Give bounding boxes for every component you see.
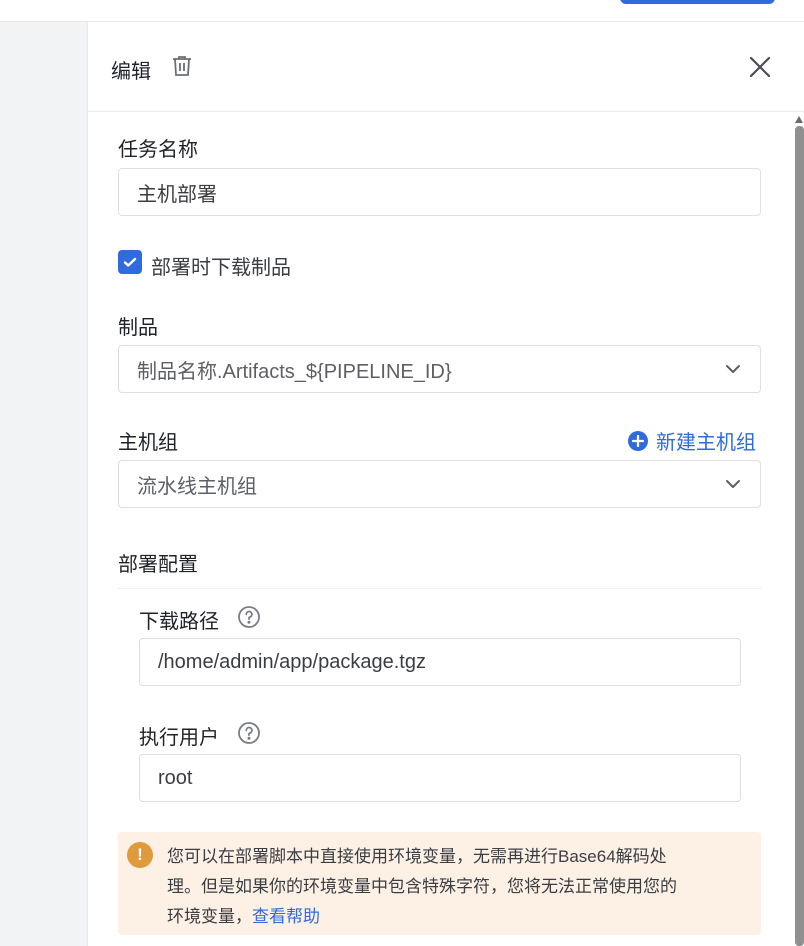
panel-title: 编辑 bbox=[111, 61, 151, 83]
deploy-config-label: 部署配置 bbox=[118, 554, 198, 576]
chevron-down-icon bbox=[726, 480, 740, 488]
task-name-label: 任务名称 bbox=[118, 139, 198, 161]
close-icon[interactable] bbox=[747, 54, 773, 80]
download-path-input[interactable]: /home/admin/app/package.tgz bbox=[139, 638, 741, 686]
download-artifact-checkbox[interactable] bbox=[118, 250, 142, 274]
panel-header: 编辑 bbox=[88, 22, 804, 112]
download-path-value: /home/admin/app/package.tgz bbox=[158, 650, 426, 673]
host-group-label: 主机组 bbox=[118, 432, 178, 454]
notice-text: 您可以在部署脚本中直接使用环境变量，无需再进行Base64解码处 理。但是如果你… bbox=[167, 842, 737, 932]
download-path-label: 下载路径 bbox=[139, 611, 219, 633]
artifact-label: 制品 bbox=[118, 317, 158, 339]
new-host-group-text: 新建主机组 bbox=[656, 432, 756, 454]
help-icon[interactable] bbox=[237, 605, 261, 629]
exec-user-value: root bbox=[158, 766, 193, 789]
chevron-down-icon bbox=[726, 365, 740, 373]
plus-circle-icon bbox=[628, 430, 648, 451]
scrollbar-thumb[interactable] bbox=[795, 126, 804, 946]
trash-icon[interactable] bbox=[170, 54, 194, 78]
task-name-value: 主机部署 bbox=[137, 183, 217, 206]
edit-panel: 编辑 任务名称 主机部署 部署时下载制品 制品 制品名称.Artifacts_$… bbox=[87, 22, 804, 946]
scroll-up-arrow-icon[interactable] bbox=[795, 116, 803, 123]
download-artifact-label: 部署时下载制品 bbox=[151, 257, 291, 279]
notice-line-2: 理。但是如果你的环境变量中包含特殊字符，您将无法正常使用您的 bbox=[167, 877, 677, 896]
primary-button[interactable] bbox=[620, 0, 775, 4]
host-group-select[interactable]: 流水线主机组 bbox=[118, 460, 761, 508]
check-icon bbox=[123, 257, 137, 267]
exec-user-input[interactable]: root bbox=[139, 754, 741, 802]
host-group-value: 流水线主机组 bbox=[137, 475, 257, 498]
section-divider bbox=[118, 588, 761, 589]
scrollbar[interactable] bbox=[792, 114, 804, 946]
new-host-group-link[interactable]: 新建主机组 bbox=[628, 426, 756, 455]
warning-icon: ! bbox=[127, 842, 153, 868]
notice-line-1: 您可以在部署脚本中直接使用环境变量，无需再进行Base64解码处 bbox=[167, 847, 667, 866]
help-link[interactable]: 查看帮助 bbox=[252, 907, 320, 926]
env-var-notice: ! 您可以在部署脚本中直接使用环境变量，无需再进行Base64解码处 理。但是如… bbox=[118, 832, 761, 935]
notice-line-3-text: 环境变量， bbox=[167, 907, 252, 926]
artifact-value: 制品名称.Artifacts_${PIPELINE_ID} bbox=[137, 360, 452, 383]
task-name-input[interactable]: 主机部署 bbox=[118, 168, 761, 216]
top-bar bbox=[0, 0, 804, 22]
help-icon[interactable] bbox=[237, 721, 261, 745]
notice-line-3: 环境变量，查看帮助 bbox=[167, 902, 737, 932]
artifact-select[interactable]: 制品名称.Artifacts_${PIPELINE_ID} bbox=[118, 345, 761, 393]
exec-user-label: 执行用户 bbox=[139, 727, 219, 749]
